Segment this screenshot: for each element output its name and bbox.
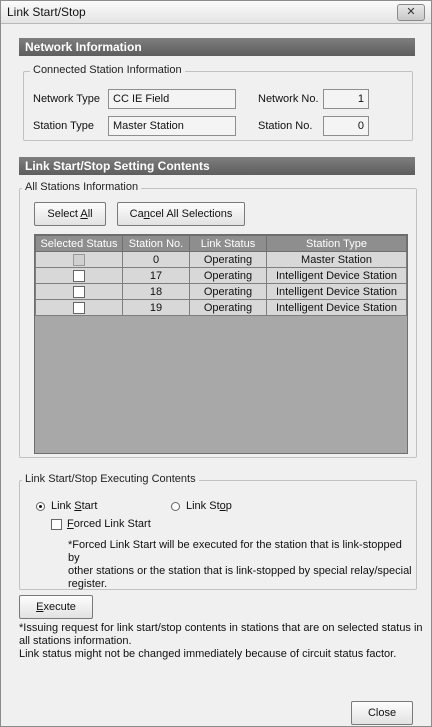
close-window-icon[interactable]: ✕ <box>397 4 425 21</box>
checkbox-disabled-icon <box>73 253 85 266</box>
link-status-cell: Operating <box>189 283 267 300</box>
station-type-field: Master Station <box>108 116 236 136</box>
station-type-cell: Intelligent Device Station <box>266 267 407 284</box>
station-type-label: Station Type <box>33 120 94 132</box>
link-start-radio[interactable] <box>36 502 45 511</box>
link-start-label[interactable]: Link Start <box>51 500 98 512</box>
link-status-cell: Operating <box>189 251 267 268</box>
station-no-cell: 0 <box>122 251 190 268</box>
title-bar: Link Start/Stop ✕ <box>1 1 431 24</box>
setting-contents-header: Link Start/Stop Setting Contents <box>19 157 415 175</box>
station-no-cell: 19 <box>122 299 190 316</box>
forced-link-note: *Forced Link Start will be executed for … <box>68 539 412 590</box>
executing-contents-legend: Link Start/Stop Executing Contents <box>22 473 199 485</box>
table-row: 19 Operating Intelligent Device Station <box>35 299 407 316</box>
table-row: 18 Operating Intelligent Device Station <box>35 283 407 300</box>
table-row: 0 Operating Master Station <box>35 251 407 268</box>
link-status-cell: Operating <box>189 299 267 316</box>
network-type-field: CC IE Field <box>108 89 236 109</box>
link-status-cell: Operating <box>189 267 267 284</box>
column-header-link-status: Link Status <box>189 235 267 252</box>
network-type-label: Network Type <box>33 93 101 105</box>
checkbox-icon[interactable] <box>73 301 85 314</box>
stations-table: Selected Status Station No. Link Status … <box>34 234 408 454</box>
table-header-row: Selected Status Station No. Link Status … <box>35 235 407 252</box>
forced-link-start-checkbox[interactable] <box>51 519 62 530</box>
execute-button[interactable]: Execute <box>19 595 93 619</box>
network-information-header: Network Information <box>19 38 415 56</box>
network-no-field: 1 <box>323 89 369 109</box>
column-header-station-type: Station Type <box>266 235 407 252</box>
column-header-selected-status: Selected Status <box>35 235 123 252</box>
network-no-label: Network No. <box>258 93 319 105</box>
all-stations-legend: All Stations Information <box>22 181 142 193</box>
row-select-checkbox[interactable] <box>35 267 123 284</box>
forced-link-start-label[interactable]: Forced Link Start <box>67 518 151 530</box>
table-row: 17 Operating Intelligent Device Station <box>35 267 407 284</box>
checkbox-icon[interactable] <box>73 285 85 298</box>
connected-station-legend: Connected Station Information <box>30 64 185 76</box>
station-no-field: 0 <box>323 116 369 136</box>
station-type-cell: Intelligent Device Station <box>266 299 407 316</box>
checkbox-icon[interactable] <box>73 269 85 282</box>
close-button[interactable]: Close <box>351 701 413 725</box>
select-all-button[interactable]: Select All <box>34 202 106 226</box>
link-start-stop-dialog: Link Start/Stop ✕ Network Information Co… <box>0 0 432 727</box>
row-select-checkbox[interactable] <box>35 283 123 300</box>
column-header-station-no: Station No. <box>122 235 190 252</box>
window-title: Link Start/Stop <box>7 5 86 19</box>
row-select-checkbox <box>35 251 123 268</box>
row-select-checkbox[interactable] <box>35 299 123 316</box>
cancel-all-selections-button[interactable]: Cancel All Selections <box>117 202 245 226</box>
station-type-cell: Intelligent Device Station <box>266 283 407 300</box>
station-no-cell: 18 <box>122 283 190 300</box>
station-no-cell: 17 <box>122 267 190 284</box>
station-no-label: Station No. <box>258 120 313 132</box>
station-type-cell: Master Station <box>266 251 407 268</box>
execute-info-note: *Issuing request for link start/stop con… <box>19 622 423 660</box>
link-stop-label[interactable]: Link Stop <box>186 500 232 512</box>
link-stop-radio[interactable] <box>171 502 180 511</box>
